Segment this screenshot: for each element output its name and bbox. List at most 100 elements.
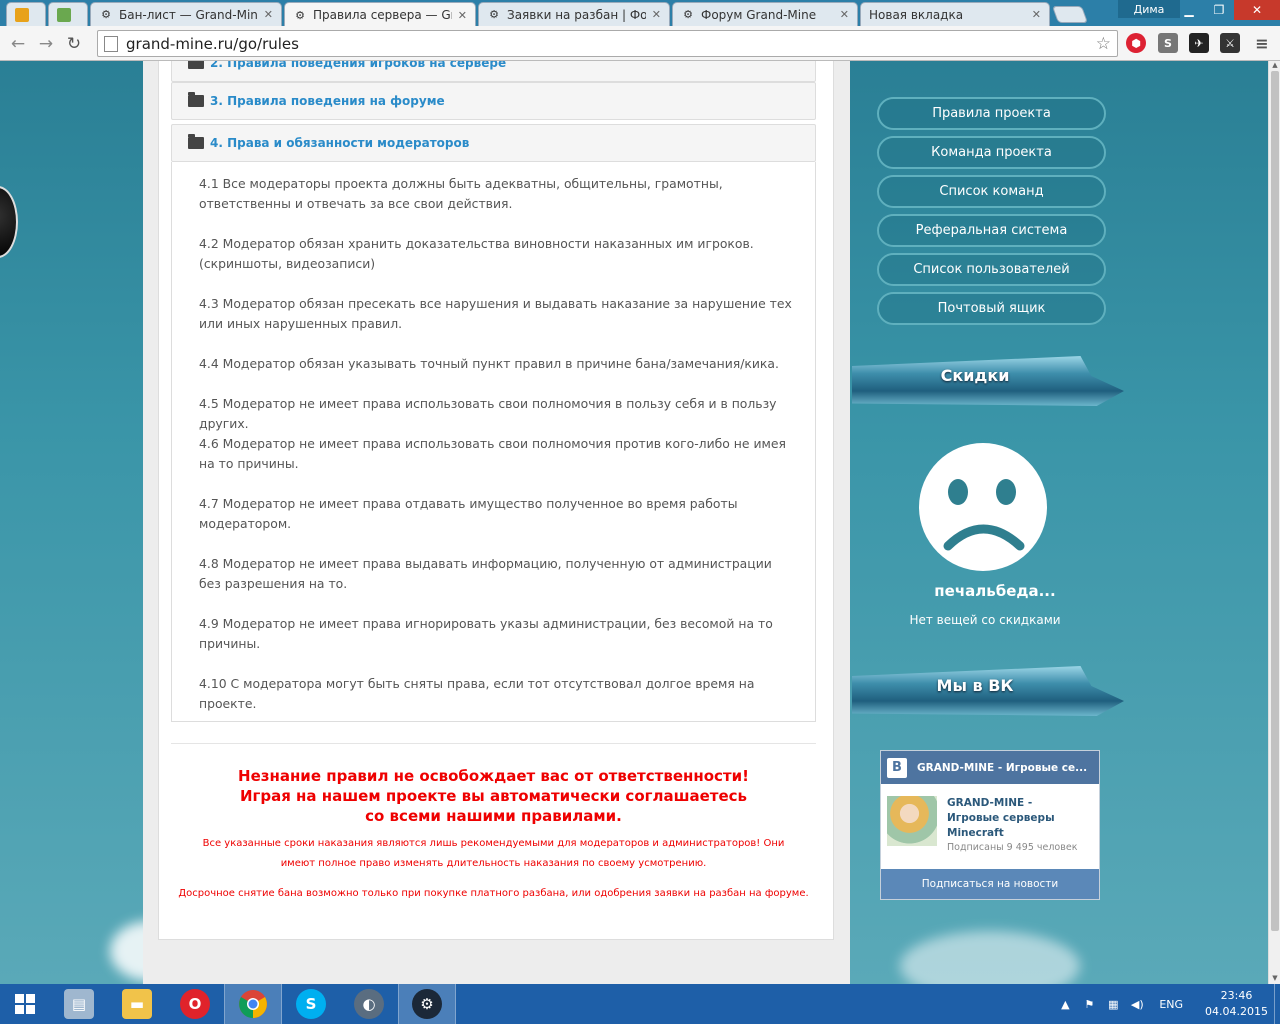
minecraft-icon	[57, 7, 71, 22]
taskbar-explorer[interactable]: ▬	[108, 984, 166, 1024]
browser-toolbar: ← → ↻ grand-mine.ru/go/rules ☆ ⬢ S ✈ ⚔ ≡	[0, 26, 1280, 61]
sidebar-link-referral[interactable]: Реферальная система	[877, 214, 1106, 247]
sidebar-link-team[interactable]: Команда проекта	[877, 136, 1106, 169]
rule-item: 4.10 С модератора могут быть сняты права…	[199, 676, 755, 711]
evernote-icon[interactable]: S	[1158, 33, 1178, 53]
steam-icon: ⚙	[412, 989, 442, 1019]
close-tab-icon[interactable]: ✕	[1032, 8, 1041, 21]
taskbar-steam[interactable]: ⚙	[398, 984, 456, 1024]
close-tab-icon[interactable]: ✕	[840, 8, 849, 21]
accordion-section-2[interactable]: 2. Правила поведения игроков на сервере	[171, 61, 816, 82]
tab-pinned-1[interactable]	[6, 2, 46, 26]
page-icon	[104, 35, 118, 52]
vk-widget: B GRAND-MINE - Игровые се... GRAND-MINE …	[880, 750, 1100, 900]
volume-icon[interactable]: ◀)	[1128, 998, 1146, 1011]
close-tab-icon[interactable]: ✕	[264, 8, 273, 21]
reload-button[interactable]: ↻	[62, 32, 86, 56]
tab-pinned-2[interactable]	[48, 2, 88, 26]
rules-content: 2. Правила поведения игроков на сервере …	[158, 61, 834, 940]
new-tab-button[interactable]	[1051, 6, 1089, 23]
vk-group-avatar[interactable]	[887, 796, 937, 846]
maximize-button[interactable]: ❐	[1204, 0, 1234, 20]
close-tab-icon[interactable]: ✕	[458, 9, 467, 22]
globe-icon: ⚙	[683, 8, 693, 21]
scrollbar-thumb[interactable]	[1271, 71, 1279, 931]
show-desktop-button[interactable]	[1274, 984, 1280, 1024]
vk-widget-body: GRAND-MINE - Игровые серверы Minecraft П…	[881, 784, 1099, 869]
tab-title: Правила сервера — Grand-Mine	[313, 8, 452, 22]
sidebar-link-mailbox[interactable]: Почтовый ящик	[877, 292, 1106, 325]
chrome-icon	[239, 990, 267, 1018]
cs-extension-icon[interactable]: ⚔	[1220, 33, 1240, 53]
vk-ribbon: Мы в ВК	[852, 658, 1124, 720]
discounts-ribbon: Скидки	[852, 348, 1124, 410]
tab-rules[interactable]: ⚙ Правила сервера — Grand-Mine ✕	[284, 2, 476, 27]
tab-banlist[interactable]: ⚙ Бан-лист — Grand-Mine ✕	[90, 2, 282, 26]
accordion-section-4[interactable]: 4. Права и обязанности модераторов	[171, 124, 816, 162]
vk-header-text: GRAND-MINE - Игровые се...	[917, 761, 1088, 774]
bookmark-star-icon[interactable]: ☆	[1096, 34, 1111, 54]
app-tile-icon	[15, 7, 29, 22]
tab-title: Бан-лист — Grand-Mine	[119, 7, 258, 22]
address-bar[interactable]: grand-mine.ru/go/rules ☆	[97, 30, 1118, 57]
close-tab-icon[interactable]: ✕	[652, 8, 661, 21]
clock[interactable]: 23:46 04.04.2015	[1205, 988, 1268, 1020]
menu-icon[interactable]: ≡	[1252, 33, 1272, 53]
minimize-button[interactable]: ▁	[1174, 0, 1204, 20]
url-text[interactable]: grand-mine.ru/go/rules	[126, 35, 1096, 53]
windows-logo-icon	[15, 994, 35, 1014]
vk-group-name[interactable]: GRAND-MINE - Игровые серверы Minecraft	[947, 796, 1087, 841]
warning-note-unban: Досрочное снятие бана возможно только пр…	[178, 888, 809, 899]
network-icon[interactable]: ▦	[1104, 998, 1122, 1011]
scroll-up-icon[interactable]: ▲	[1269, 61, 1280, 71]
divider	[171, 743, 816, 744]
taskbar-chrome[interactable]	[224, 984, 282, 1024]
warning-heading: Незнание правил не освобождает вас от от…	[238, 767, 749, 785]
accordion-section-3[interactable]: 3. Правила поведения на форуме	[171, 82, 816, 120]
profile-name[interactable]: Дима	[1118, 0, 1180, 18]
tab-new[interactable]: Новая вкладка ✕	[860, 2, 1050, 26]
taskbar-teamspeak[interactable]: ◐	[340, 984, 398, 1024]
tray-expand-icon[interactable]: ▲	[1056, 998, 1074, 1011]
tab-forum[interactable]: ⚙ Форум Grand-Mine ✕	[672, 2, 858, 26]
sad-face-icon	[919, 443, 1047, 571]
sidebar-link-rules[interactable]: Правила проекта	[877, 97, 1106, 130]
start-button[interactable]	[0, 984, 50, 1024]
vk-logo-icon: B	[887, 757, 907, 778]
sidebar-link-users[interactable]: Список пользователей	[877, 253, 1106, 286]
sidebar-link-commands[interactable]: Список команд	[877, 175, 1106, 208]
accordion-label: 4. Права и обязанности модераторов	[210, 136, 470, 150]
adblock-icon[interactable]: ⬢	[1126, 33, 1146, 53]
taskbar-skype[interactable]: S	[282, 984, 340, 1024]
folder-icon: ▬	[122, 989, 152, 1019]
steam-extension-icon[interactable]: ✈	[1189, 33, 1209, 53]
floating-bubble	[0, 186, 18, 258]
computer-icon: ▤	[64, 989, 94, 1019]
back-button[interactable]: ←	[6, 32, 30, 56]
scroll-down-icon[interactable]: ▼	[1269, 974, 1280, 984]
folder-icon	[188, 61, 204, 69]
rule-item: 4.7 Модератор не имеет права отдавать им…	[199, 496, 738, 531]
input-language[interactable]: ENG	[1159, 998, 1183, 1011]
page-scrollbar[interactable]: ▲ ▼	[1268, 61, 1280, 984]
action-center-icon[interactable]: ⚑	[1080, 998, 1098, 1011]
warning-note-terms: Все указанные сроки наказания являются л…	[202, 838, 785, 869]
tab-unban-requests[interactable]: ⚙ Заявки на разбан | Форум ✕	[478, 2, 670, 26]
taskbar-opera[interactable]: O	[166, 984, 224, 1024]
web-page: 2. Правила поведения игроков на сервере …	[0, 61, 1268, 984]
clock-time: 23:46	[1220, 989, 1253, 1002]
browser-tab-strip: ⚙ Бан-лист — Grand-Mine ✕ ⚙ Правила серв…	[0, 0, 1280, 27]
accordion-label: 3. Правила поведения на форуме	[210, 94, 445, 108]
teamspeak-icon: ◐	[354, 989, 384, 1019]
opera-icon: O	[180, 989, 210, 1019]
tab-title: Заявки на разбан | Форум	[507, 7, 646, 22]
close-window-button[interactable]: ✕	[1234, 0, 1280, 20]
vk-subscribe-button[interactable]: Подписаться на новости	[881, 869, 1099, 899]
forward-button[interactable]: →	[34, 32, 58, 56]
vk-widget-header[interactable]: B GRAND-MINE - Игровые се...	[881, 751, 1099, 784]
rule-item: 4.6 Модератор не имеет права использоват…	[199, 436, 786, 471]
warning-agreement: Играя на нашем проекте вы автоматически …	[239, 787, 748, 825]
rule-item: 4.3 Модератор обязан пресекать все наруш…	[199, 296, 792, 331]
taskbar-computer[interactable]: ▤	[50, 984, 108, 1024]
clock-date: 04.04.2015	[1205, 1005, 1268, 1018]
